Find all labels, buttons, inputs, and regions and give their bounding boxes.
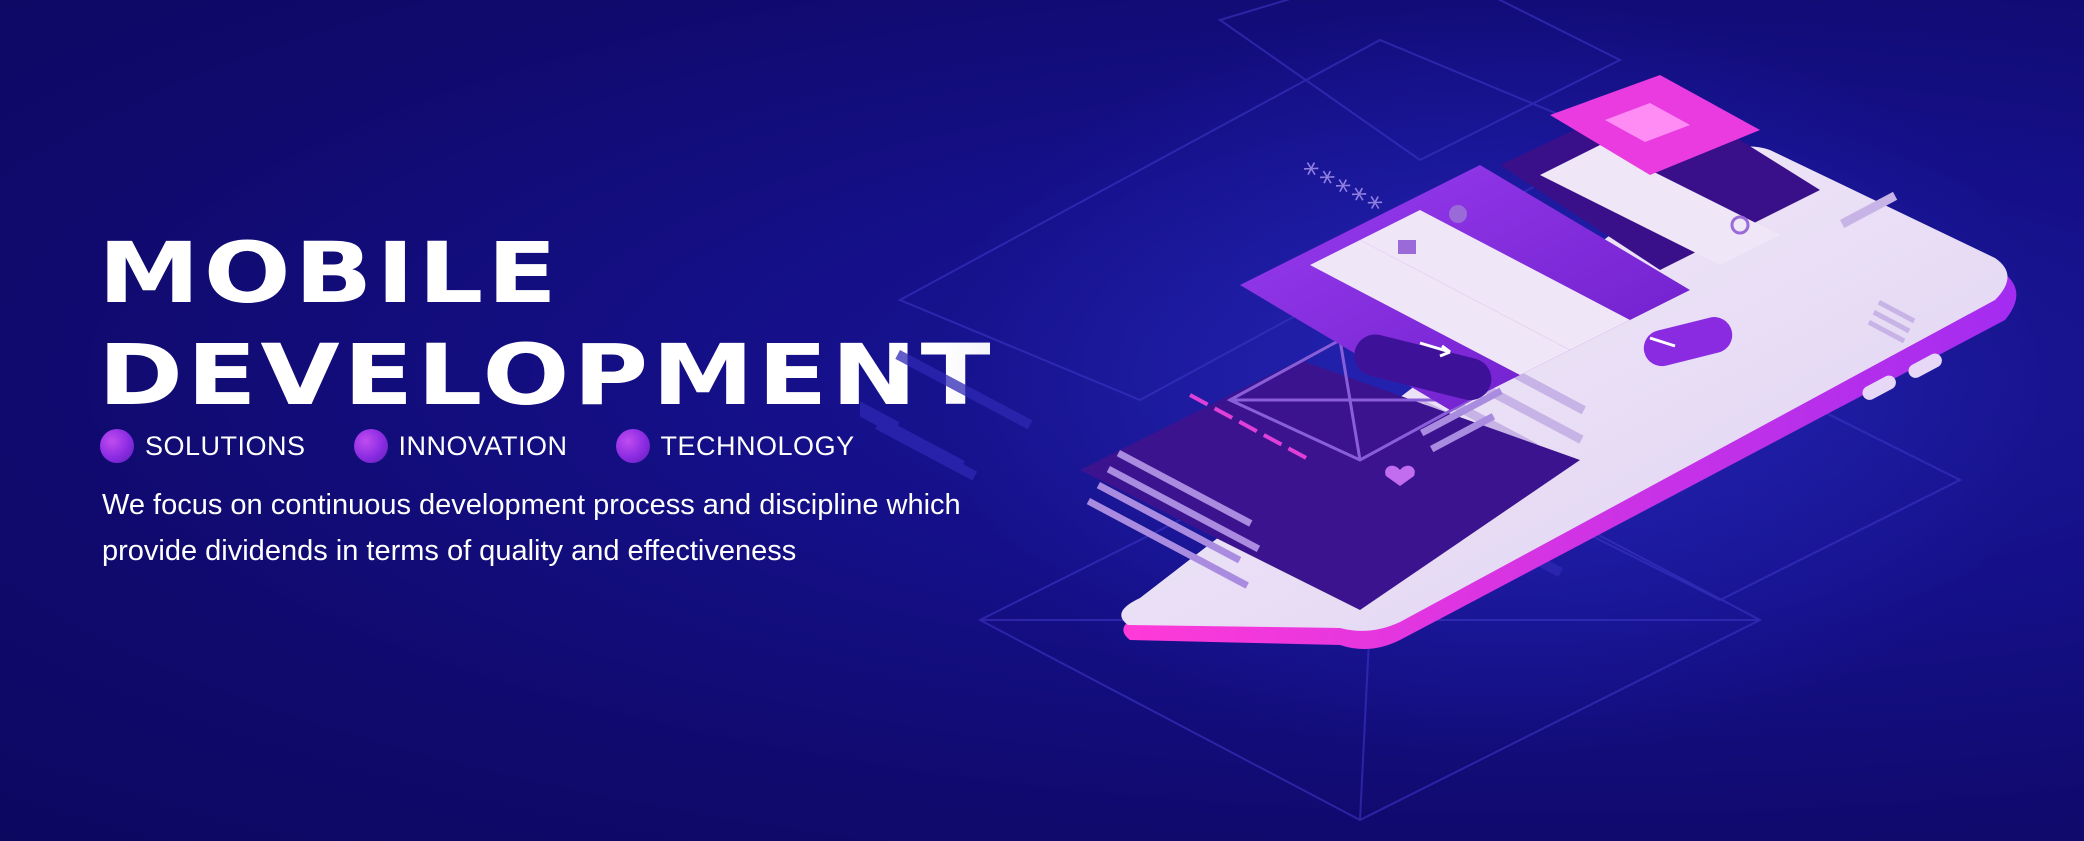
bullet-dot-icon bbox=[353, 429, 388, 463]
hero-banner: MOBILE DEVELOPMENT SOLUTIONS INNOVATION … bbox=[0, 0, 2084, 841]
lock-icon bbox=[1398, 240, 1416, 254]
description-line-2: provide dividends in terms of quality an… bbox=[102, 535, 797, 567]
tag-technology: TECHNOLOGY bbox=[615, 429, 855, 463]
tag-label: SOLUTIONS bbox=[145, 430, 306, 461]
description-line-1: We focus on continuous development proce… bbox=[102, 489, 961, 521]
isometric-phone-illustration: ***** bbox=[860, 0, 2060, 822]
tag-innovation: INNOVATION bbox=[353, 429, 568, 463]
tag-solutions: SOLUTIONS bbox=[100, 429, 306, 463]
bullet-dot-icon bbox=[100, 429, 134, 463]
tag-list: SOLUTIONS INNOVATION TECHNOLOGY bbox=[100, 426, 903, 466]
bullet-dot-icon bbox=[615, 429, 650, 463]
tag-label: INNOVATION bbox=[398, 430, 568, 461]
user-icon bbox=[1449, 205, 1467, 223]
tag-label: TECHNOLOGY bbox=[660, 430, 855, 461]
